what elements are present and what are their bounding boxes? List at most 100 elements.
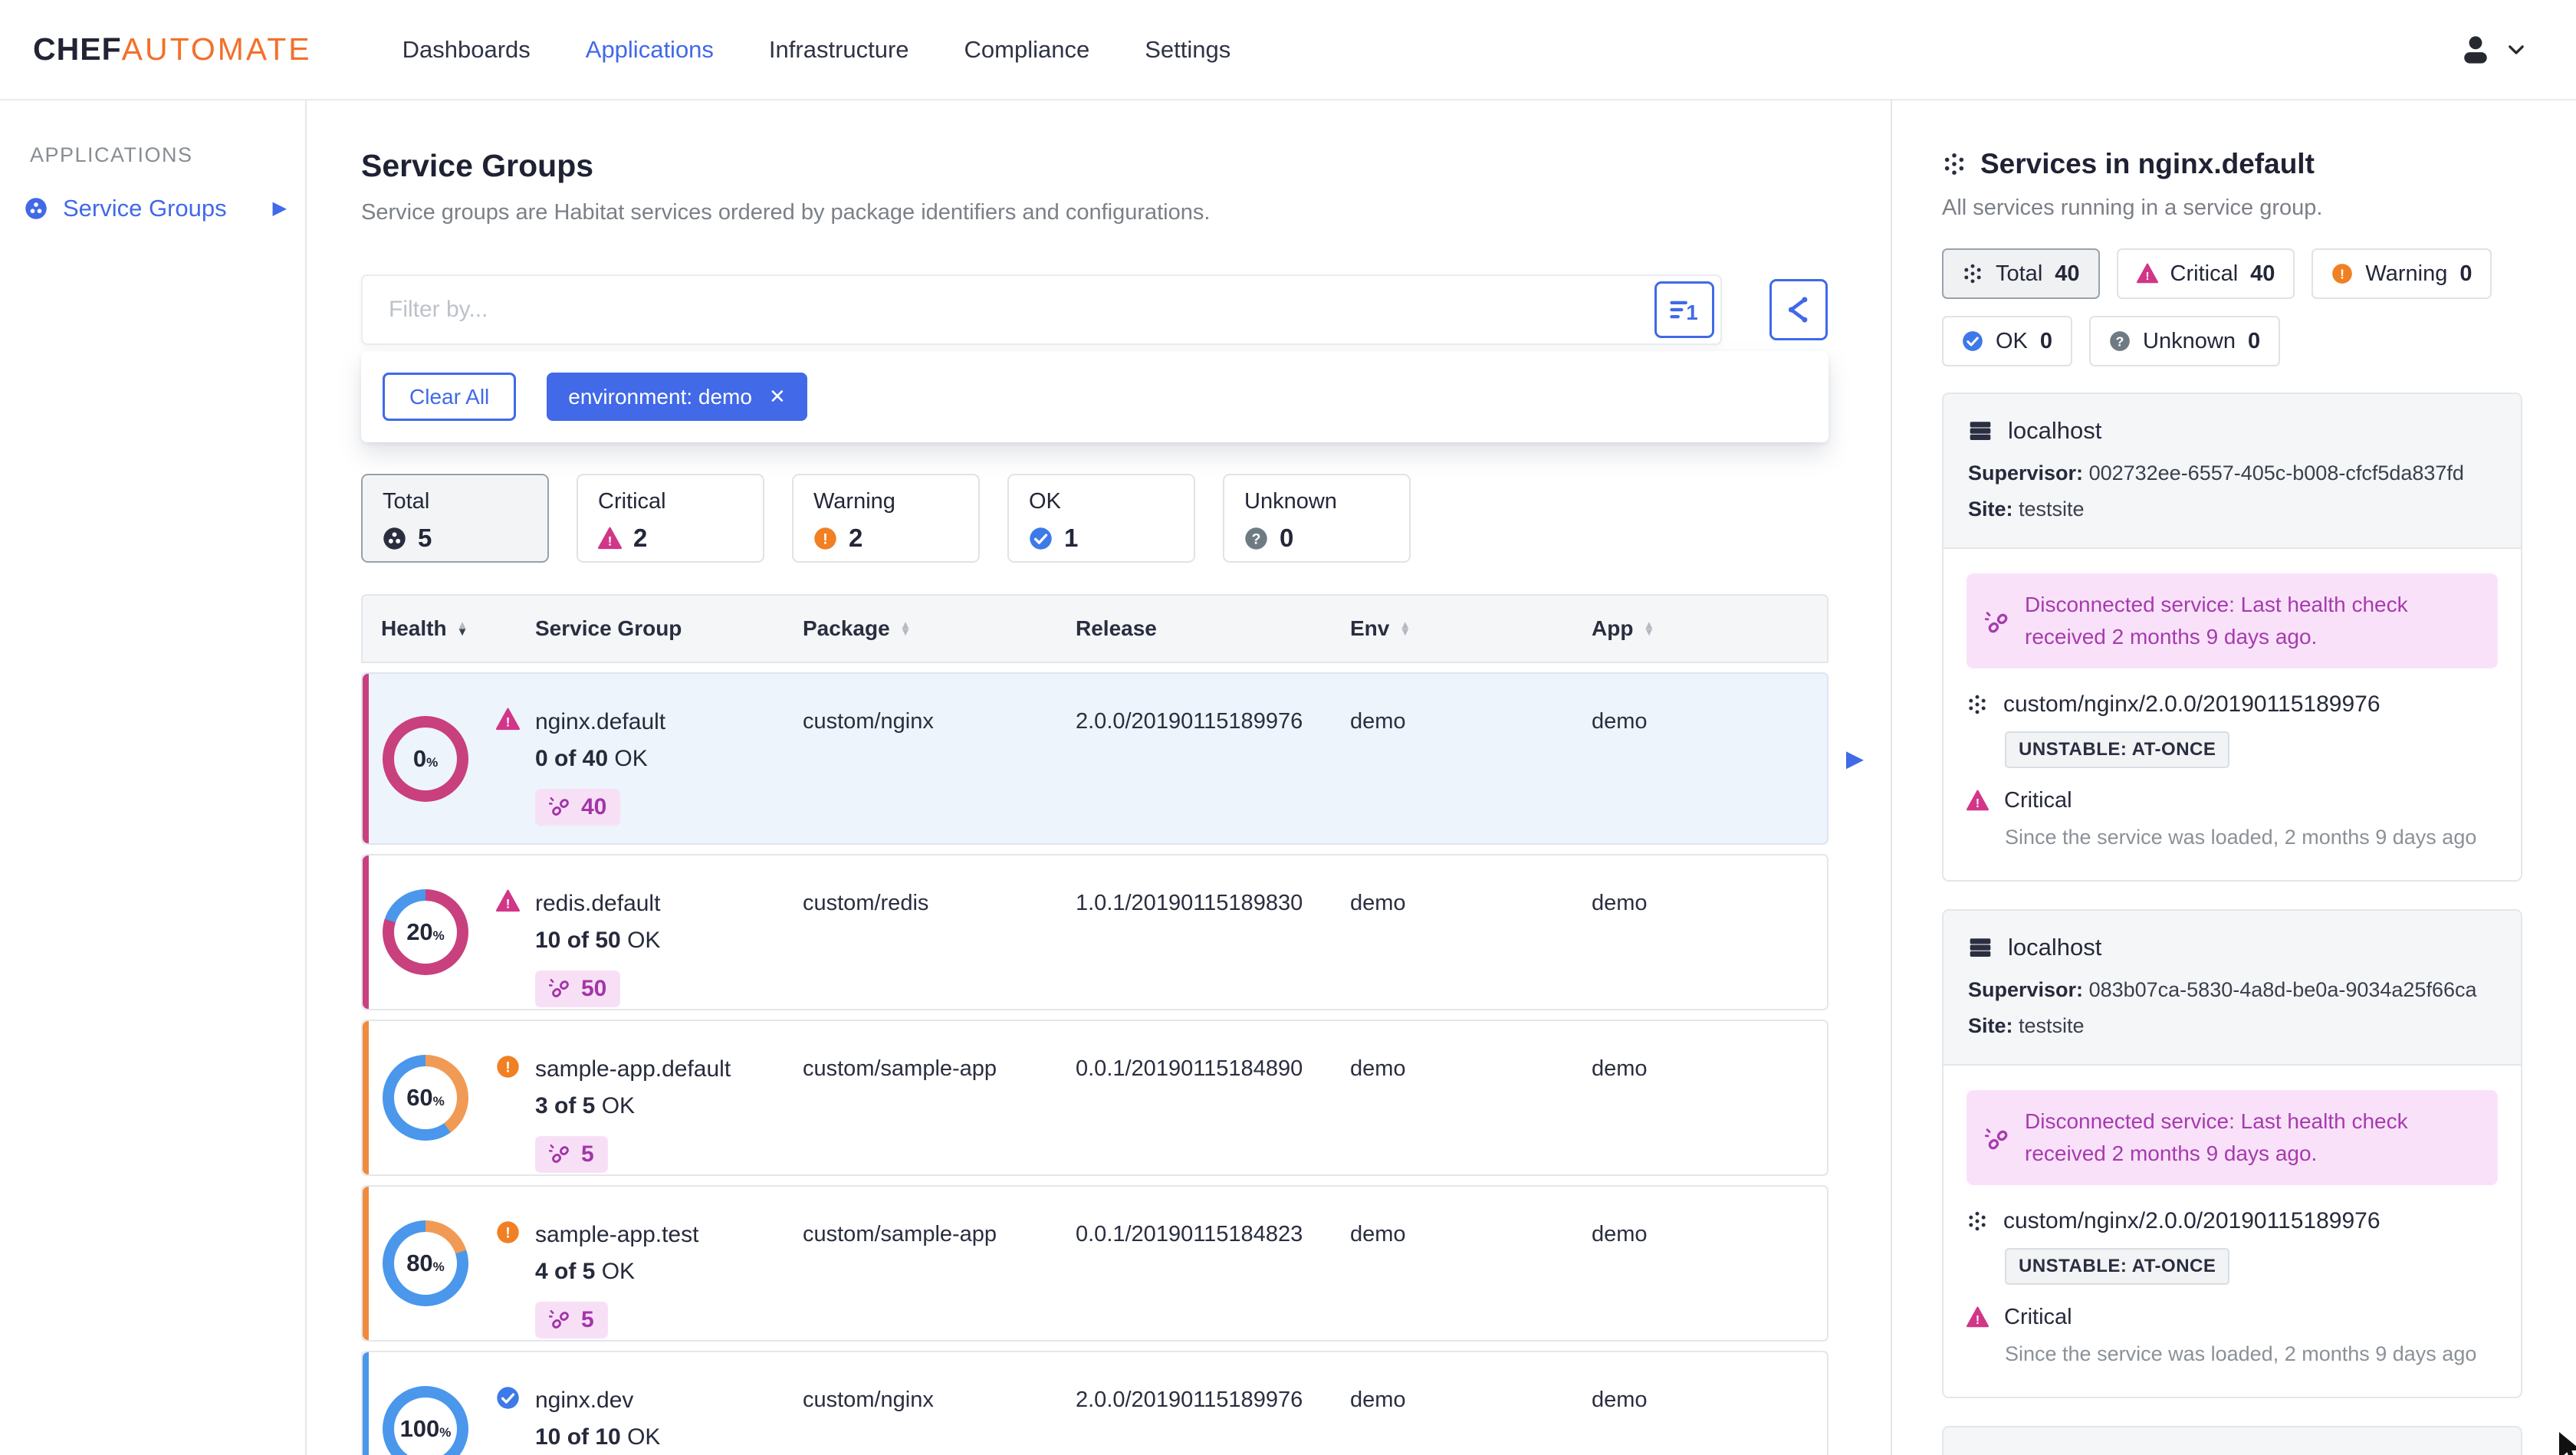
sort-arrows-icon[interactable]: ▲ ▼	[1643, 619, 1654, 638]
health-summary-tiles: Total 5 Critical ! 2 Warning ! 2 OK 1 Un…	[361, 474, 1829, 563]
server-icon	[1968, 419, 1993, 443]
package-identifier-row: custom/nginx/2.0.0/20190115189976	[1967, 691, 2498, 718]
row-expand-icon[interactable]: ▶	[1846, 745, 1864, 772]
package-cell: custom/sample-app	[803, 1056, 997, 1081]
service-filter-warning[interactable]: ! Warning 0	[2312, 248, 2492, 299]
main-content: Service Groups Service groups are Habita…	[307, 100, 1891, 1455]
chef-automate-logo[interactable]: CHEFAUTOMATE	[33, 31, 312, 67]
disconnected-count-badge[interactable]: 40	[535, 789, 621, 826]
site-line: Site: testsite	[1968, 498, 2085, 521]
broken-link-icon	[549, 1143, 572, 1166]
user-menu[interactable]	[2458, 32, 2527, 67]
service-group-row-sample-app.test[interactable]: 80% ! sample-app.test 4 of 5 OK 5 custom…	[361, 1185, 1829, 1342]
service-card-body: Disconnected service: Last health check …	[1944, 549, 2521, 880]
tile-critical[interactable]: Critical ! 2	[577, 474, 764, 563]
tile-count-row: 1	[1029, 524, 1174, 553]
channel-badge: UNSTABLE: AT-ONCE	[2005, 1248, 2230, 1285]
column-header-app[interactable]: App ▲ ▼	[1592, 616, 1827, 641]
nav-item-dashboards[interactable]: Dashboards	[402, 36, 531, 64]
health-donut: 80%	[383, 1220, 468, 1306]
service-group-row-nginx.default[interactable]: 0% ! nginx.default 0 of 40 OK 40 custom/…	[361, 672, 1864, 845]
svg-text:!: !	[2341, 266, 2345, 281]
ok-icon	[1962, 330, 1983, 352]
table-header-row: Health ▲ ▼ Service Group Package ▲ ▼ Release Env…	[361, 594, 1829, 663]
disconnected-count-badge[interactable]: 5	[535, 1302, 608, 1338]
broken-link-icon	[549, 977, 572, 1000]
service-filter-ok[interactable]: OK 0	[1942, 316, 2073, 366]
ok-count: 3 of 5 OK	[535, 1093, 636, 1118]
service-filter-total[interactable]: Total 40	[1942, 248, 2100, 299]
tile-label: Total	[383, 489, 430, 514]
supervisor-line: Supervisor: 083b07ca-5830-4a8d-be0a-9034…	[1968, 978, 2477, 1001]
filter-list-button[interactable]: 1	[1654, 281, 1714, 338]
service-card-header: localhost Supervisor: 002732ee-6557-405c…	[1944, 394, 2521, 549]
ok-icon	[1029, 527, 1053, 550]
health-donut: 100%	[383, 1386, 468, 1455]
sidebar-expand-icon[interactable]: ▶	[273, 199, 287, 218]
column-header-package[interactable]: Package ▲ ▼	[803, 616, 1076, 641]
tile-count-row: ! 2	[598, 524, 743, 553]
tile-warning[interactable]: Warning ! 2	[792, 474, 980, 563]
health-cell: 0% !	[363, 674, 535, 843]
tile-unknown[interactable]: Unknown ? 0	[1223, 474, 1411, 563]
disconnected-count-badge[interactable]: 5	[535, 1136, 608, 1173]
tile-total[interactable]: Total 5	[361, 474, 549, 563]
app-cell: demo	[1592, 1388, 1648, 1412]
critical-icon: !	[2136, 263, 2158, 284]
app-cell: demo	[1592, 891, 1648, 915]
sort-arrows-icon[interactable]: ▲ ▼	[457, 619, 468, 638]
sort-arrows-icon[interactable]: ▲ ▼	[900, 619, 912, 638]
nav-item-settings[interactable]: Settings	[1145, 36, 1230, 64]
nav-item-applications[interactable]: Applications	[586, 36, 714, 64]
package-identifier: custom/nginx/2.0.0/20190115189976	[2003, 1208, 2380, 1233]
ok-count: 4 of 5 OK	[535, 1259, 636, 1284]
clear-all-button[interactable]: Clear All	[383, 373, 517, 421]
env-cell: demo	[1350, 891, 1406, 915]
package-identifier-row: custom/nginx/2.0.0/20190115189976	[1967, 1208, 2498, 1234]
tile-label: Warning	[813, 489, 895, 514]
tile-count-row: ? 0	[1244, 524, 1389, 553]
column-header-health[interactable]: Health ▲ ▼	[363, 616, 535, 641]
column-header-service-group[interactable]: Service Group	[535, 616, 803, 641]
filter-chip-environment-demo[interactable]: environment: demo ✕	[547, 373, 807, 421]
ok-count: 10 of 10 OK	[535, 1424, 661, 1450]
svg-text:!: !	[1976, 797, 1980, 810]
service-group-cell: sample-app.default 3 of 5 OK 5	[535, 1021, 803, 1174]
health-donut: 0%	[383, 715, 468, 802]
service-group-name: nginx.dev	[535, 1388, 634, 1413]
service-group-row-nginx.dev[interactable]: 100% nginx.dev 10 of 10 OK 10 custom/ngi…	[361, 1351, 1829, 1455]
release-cell: 2.0.0/20190115189976	[1076, 1388, 1303, 1412]
service-filter-critical[interactable]: ! Critical 40	[2116, 248, 2295, 299]
filter-input[interactable]	[363, 276, 1654, 343]
service-filter-unknown[interactable]: ? Unknown 0	[2089, 316, 2281, 366]
service-status-row: ! Critical	[1967, 1305, 2498, 1330]
total-icon	[383, 527, 406, 550]
service-group-row-sample-app.default[interactable]: 60% ! sample-app.default 3 of 5 OK 5 cus…	[361, 1020, 1829, 1176]
tile-label: Unknown	[1244, 489, 1337, 514]
release-cell: 2.0.0/20190115189976	[1076, 709, 1303, 734]
disconnected-count-badge[interactable]: 50	[535, 971, 621, 1007]
svg-text:!: !	[505, 1225, 510, 1242]
nav-item-infrastructure[interactable]: Infrastructure	[769, 36, 909, 64]
tile-ok[interactable]: OK 1	[1007, 474, 1195, 563]
remove-filter-icon[interactable]: ✕	[769, 385, 786, 409]
svg-text:?: ?	[2116, 333, 2124, 349]
share-button[interactable]	[1769, 279, 1828, 340]
nav-item-compliance[interactable]: Compliance	[964, 36, 1090, 64]
env-cell: demo	[1350, 1222, 1406, 1246]
service-group-row-redis.default[interactable]: 20% ! redis.default 10 of 50 OK 50 custo…	[361, 854, 1829, 1010]
column-header-release[interactable]: Release	[1076, 616, 1350, 641]
column-header-env[interactable]: Env ▲ ▼	[1350, 616, 1592, 641]
sidebar-item-service-groups[interactable]: Service Groups ▶	[25, 195, 287, 222]
server-icon	[1968, 1452, 1993, 1455]
sidebar-section-label: APPLICATIONS	[30, 143, 193, 166]
sort-arrows-icon[interactable]: ▲ ▼	[1399, 619, 1411, 638]
env-cell: demo	[1350, 1056, 1406, 1081]
chevron-down-icon[interactable]	[2505, 39, 2527, 61]
total-icon	[1962, 263, 1983, 284]
habitat-dots-icon	[1967, 1210, 1988, 1232]
broken-link-icon	[549, 796, 572, 819]
tile-count: 1	[1064, 524, 1079, 552]
user-avatar-icon[interactable]	[2458, 32, 2493, 67]
service-cards-list: localhost Supervisor: 002732ee-6557-405c…	[1942, 392, 2522, 1455]
